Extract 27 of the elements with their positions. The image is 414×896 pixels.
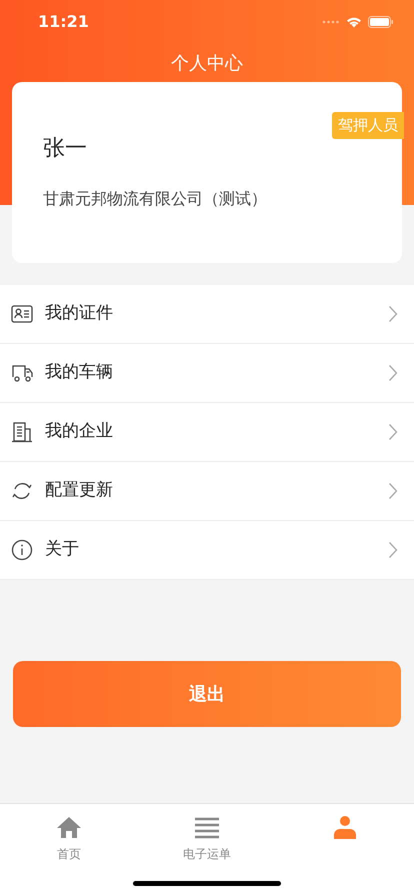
chevron-right-icon	[388, 423, 398, 441]
wifi-icon	[346, 16, 362, 28]
menu-item[interactable]: 配置更新	[0, 462, 414, 521]
signal-icon	[322, 20, 340, 24]
page-title: 个人中心	[171, 52, 243, 76]
building-icon	[11, 421, 33, 443]
company-name: 甘肃元邦物流有限公司（测试）	[43, 188, 268, 210]
status-time: 11:21	[38, 11, 89, 33]
role-badge: 驾押人员	[332, 112, 404, 138]
chevron-right-icon	[388, 305, 398, 323]
refresh-icon	[11, 480, 33, 502]
tab-label[interactable]: 电子运单	[183, 845, 231, 863]
menu-item[interactable]: 我的证件	[0, 285, 414, 344]
chevron-right-icon	[388, 364, 398, 382]
home-icon[interactable]	[56, 815, 82, 841]
chevron-right-icon	[388, 541, 398, 559]
menu-item[interactable]: 关于	[0, 521, 414, 580]
id-card-icon	[11, 303, 33, 325]
info-icon	[11, 539, 33, 561]
person-icon[interactable]	[332, 815, 358, 841]
user-name: 张一	[43, 135, 88, 163]
menu-item[interactable]: 我的企业	[0, 403, 414, 462]
battery-icon	[368, 16, 394, 28]
chevron-right-icon	[388, 482, 398, 500]
tab-label[interactable]: 首页	[57, 845, 81, 863]
menu-icon[interactable]	[194, 815, 220, 841]
menu-item[interactable]: 我的车辆	[0, 344, 414, 403]
